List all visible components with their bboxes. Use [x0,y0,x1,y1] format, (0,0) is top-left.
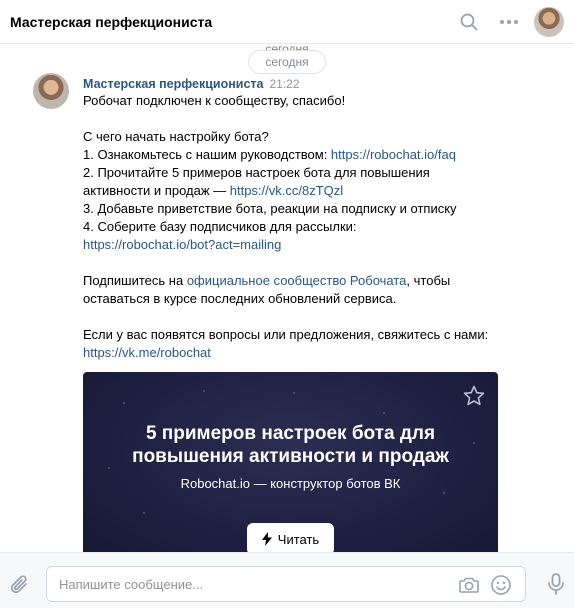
message-line: 1. Ознакомьтесь с нашим руководством: ht… [83,146,523,164]
camera-icon[interactable] [457,573,481,597]
message-field [46,566,526,602]
more-icon[interactable] [498,11,520,33]
message-line: Робочат подключен к сообществу, спасибо! [83,93,346,108]
microphone-icon[interactable] [546,572,566,596]
message-line: оставаться в курсе последних обновлений … [83,291,397,306]
message-line: https://robochat.io/bot?act=mailing [83,236,523,254]
date-divider: сегодня [248,50,326,74]
lightning-icon [261,532,272,546]
card-title-line: повышения активности и продаж [132,446,449,467]
card-subtitle: Robochat.io — конструктор ботов ВК [180,476,401,491]
message-line: 3. Добавьте приветствие бота, реакции на… [83,201,457,216]
community-link[interactable]: официальное сообщество Робочата [187,273,407,288]
message-avatar[interactable] [33,73,69,109]
article-card[interactable]: 5 примеров настроек бота для повышения а… [83,372,498,560]
message-line: 2. Прочитайте 5 примеров настроек бота д… [83,165,430,180]
message-line: Подпишитесь на официальное сообщество Ро… [83,272,523,290]
chat-header: Мастерская перфекциониста [0,0,574,44]
avatar[interactable] [534,6,564,37]
message-line: https://vk.me/robochat [83,344,523,362]
message-text: , чтобы [406,273,451,288]
vk-me-link[interactable]: https://vk.me/robochat [83,345,211,360]
message-line: Если у вас появятся вопросы или предложе… [83,327,489,342]
message-header: Мастерская перфекциониста 21:22 [83,77,300,91]
smile-icon[interactable] [489,573,513,597]
search-icon[interactable] [458,11,480,33]
message-author[interactable]: Мастерская перфекциониста [83,77,264,91]
message-text: 1. Ознакомьтесь с нашим руководством: [83,147,331,162]
card-title: 5 примеров настроек бота для повышения а… [83,422,498,468]
paperclip-icon[interactable] [8,573,32,597]
message-line: 4. Соберите базу подписчиков для рассылк… [83,219,357,234]
read-button[interactable]: Читать [247,523,334,555]
chat-title: Мастерская перфекциониста [10,13,213,30]
message-time: 21:22 [269,77,300,91]
star-icon[interactable] [462,384,486,408]
examples-link[interactable]: https://vk.cc/8zTQzl [230,183,343,198]
message-line: активности и продаж — https://vk.cc/8zTQ… [83,182,523,200]
message-input[interactable] [59,567,439,601]
message-text: Подпишитесь на [83,273,187,288]
faq-link[interactable]: https://robochat.io/faq [331,147,456,162]
read-button-label: Читать [277,531,320,547]
message-body: Робочат подключен к сообществу, спасибо!… [83,92,523,362]
card-title-line: 5 примеров настроек бота для [145,423,436,444]
message-text: активности и продаж — [83,183,230,198]
mailing-link[interactable]: https://robochat.io/bot?act=mailing [83,237,281,252]
message-line: С чего начать настройку бота? [83,129,269,144]
